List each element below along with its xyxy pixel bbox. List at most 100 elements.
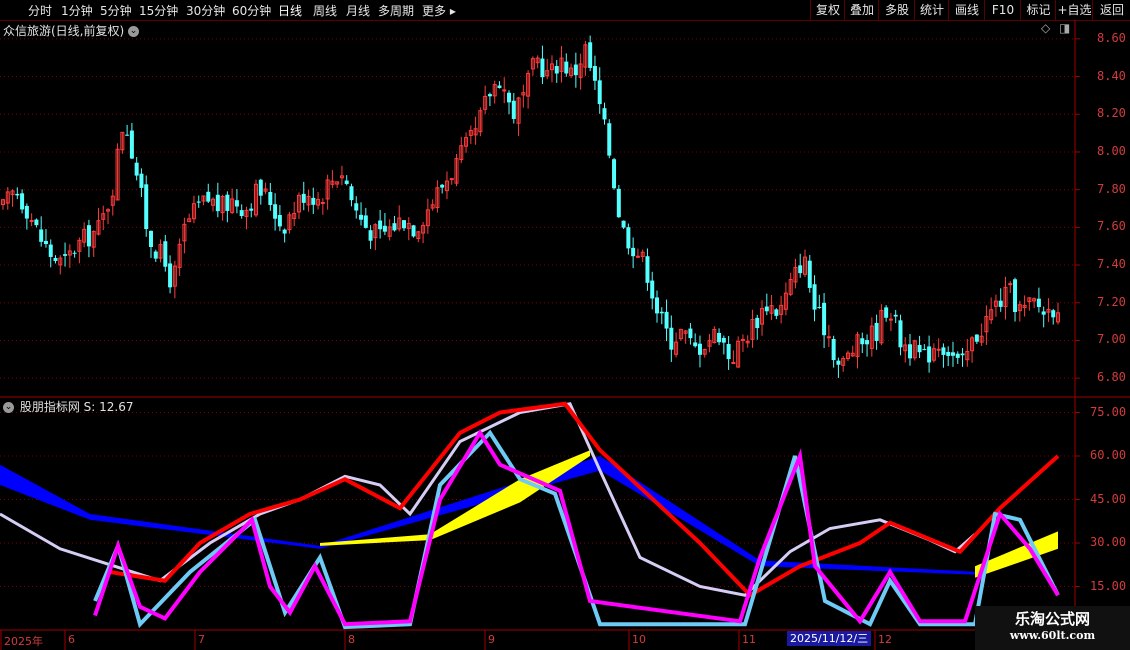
- candle-body: [721, 337, 726, 343]
- candle-body: [320, 201, 325, 204]
- candle-body: [1008, 283, 1013, 286]
- candle-body: [607, 123, 612, 156]
- indicator-tick-label: 45.00: [1090, 491, 1127, 506]
- indicator-dropdown-icon[interactable]: ⌄: [3, 402, 14, 413]
- candle-body: [34, 219, 39, 226]
- x-axis-label: 8: [348, 633, 355, 646]
- indicator-tick-label: 75.00: [1090, 404, 1127, 419]
- candle-body: [125, 134, 130, 136]
- window-toggle-icon[interactable]: ◨: [1059, 21, 1070, 35]
- candle-body: [311, 197, 316, 205]
- price-tick-label: 7.60: [1097, 219, 1126, 234]
- candle-body: [129, 130, 134, 159]
- candle-body: [612, 159, 617, 189]
- candle-body: [597, 80, 602, 105]
- dropdown-icon[interactable]: ⌄: [128, 26, 140, 37]
- candle-body: [774, 309, 779, 316]
- candle-body: [564, 61, 569, 74]
- candle-body: [941, 347, 946, 355]
- candle-body: [865, 340, 870, 345]
- candle-body: [631, 247, 636, 257]
- candle-body: [440, 184, 445, 188]
- candle-body: [917, 344, 922, 353]
- candle-body: [29, 220, 34, 223]
- candle-body: [898, 320, 903, 348]
- candle-body: [134, 162, 139, 176]
- candle-body: [72, 252, 77, 254]
- candle-body: [998, 300, 1003, 307]
- candle-body: [368, 230, 373, 241]
- x-axis-label: 9: [488, 633, 495, 646]
- x-axis-label: 12: [878, 633, 892, 646]
- candle-body: [884, 307, 889, 318]
- main-panel-header: 众信旅游(日线,前复权) ⌄: [3, 22, 141, 39]
- candle-body: [874, 322, 879, 341]
- price-tick-label: 7.00: [1097, 332, 1126, 347]
- candle-body: [206, 191, 211, 202]
- candle-body: [63, 254, 68, 256]
- candle-body: [449, 178, 454, 181]
- candle-body: [726, 344, 731, 360]
- candle-body: [927, 346, 932, 363]
- candle-body: [688, 328, 693, 339]
- blue-band: [0, 456, 980, 575]
- candle-body: [650, 280, 655, 299]
- price-tick-label: 8.40: [1097, 68, 1126, 83]
- watermark-logo: 乐淘公式网 www.60lt.com: [975, 606, 1130, 650]
- x-axis-label: 10: [632, 633, 646, 646]
- candle-body: [860, 338, 865, 345]
- indicator-title: 股朋指标网: [19, 400, 80, 414]
- candle-body: [664, 311, 669, 329]
- candle-body: [48, 244, 53, 257]
- x-axis-label: 11: [742, 633, 756, 646]
- candle-body: [697, 343, 702, 355]
- x-axis-label: 6: [68, 633, 75, 646]
- diamond-icon[interactable]: ◇: [1041, 21, 1050, 35]
- price-tick-label: 8.60: [1097, 30, 1126, 45]
- candle-body: [693, 342, 698, 347]
- candle-body: [273, 204, 278, 219]
- candle-body: [645, 256, 650, 283]
- candle-body: [86, 225, 91, 247]
- candle-body: [888, 318, 893, 321]
- candle-body: [349, 186, 354, 201]
- watermark-url: www.60lt.com: [1009, 629, 1096, 642]
- candle-body: [974, 334, 979, 342]
- candle-body: [1013, 279, 1018, 313]
- candle-body: [540, 58, 545, 78]
- candle-body: [836, 360, 841, 365]
- candle-body: [635, 255, 640, 258]
- candle-body: [764, 306, 769, 312]
- yellow-band: [320, 450, 590, 546]
- candle-body: [807, 260, 812, 288]
- candle-body: [511, 100, 516, 119]
- candle-body: [936, 348, 941, 351]
- candle-body: [950, 352, 955, 356]
- candle-body: [20, 193, 25, 210]
- candle-body: [1041, 311, 1046, 315]
- candle-body: [354, 203, 359, 211]
- candle-body: [908, 344, 913, 359]
- candle-body: [487, 94, 492, 97]
- candle-body: [401, 220, 406, 229]
- x-axis-label: 2025年: [4, 635, 43, 648]
- candle-body: [798, 265, 803, 274]
- candle-body: [960, 353, 965, 356]
- candle-body: [363, 215, 368, 228]
- candle-body: [616, 188, 621, 218]
- candle-body: [731, 361, 736, 364]
- candle-body: [378, 220, 383, 230]
- x-axis-label: 7: [198, 633, 205, 646]
- price-tick-label: 8.20: [1097, 106, 1126, 121]
- price-tick-label: 8.00: [1097, 143, 1126, 158]
- candle-body: [148, 230, 153, 247]
- chart-area[interactable]: [0, 0, 1130, 650]
- price-tick-label: 7.80: [1097, 181, 1126, 196]
- candle-body: [946, 351, 951, 356]
- indicator-tick-label: 60.00: [1090, 448, 1127, 462]
- candle-body: [826, 336, 831, 339]
- candle-body: [43, 240, 48, 245]
- price-tick-label: 7.20: [1097, 294, 1126, 309]
- price-tick-label: 7.40: [1097, 257, 1126, 272]
- candle-body: [392, 223, 397, 231]
